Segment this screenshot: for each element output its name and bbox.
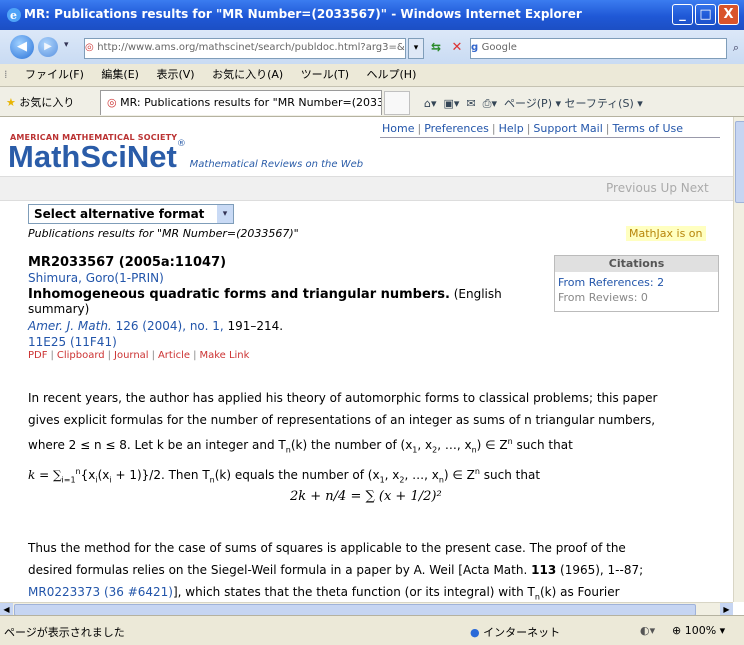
citations-box: Citations From References: 2 From Review… bbox=[554, 255, 719, 312]
home-link[interactable]: Home bbox=[382, 122, 414, 135]
author-line: Shimura, Goro(1-PRIN) bbox=[28, 271, 164, 285]
action-links: PDF | Clipboard | Journal | Article | Make Link bbox=[28, 350, 250, 361]
page-content: Home | Preferences | Help | Support Mail | Terms… bbox=[0, 117, 733, 602]
mail-icon[interactable]: ✉ bbox=[466, 97, 475, 110]
terms-link[interactable]: Terms of Use bbox=[612, 122, 683, 135]
menu-file[interactable]: ファイル(F) bbox=[25, 64, 84, 86]
address-bar[interactable]: ◎ http://www.ams.org/mathscinet/search/p… bbox=[84, 38, 406, 59]
from-references-link[interactable]: From References: 2 bbox=[555, 272, 718, 289]
help-link[interactable]: Help bbox=[499, 122, 524, 135]
results-caption: Publications results for "MR Number=(203… bbox=[28, 227, 299, 240]
back-button[interactable]: ◀ bbox=[10, 35, 34, 59]
close-button[interactable]: X bbox=[718, 4, 739, 25]
citations-header: Citations bbox=[555, 256, 718, 272]
review-text: In recent years, the author has applied … bbox=[28, 387, 728, 492]
previous-link[interactable]: Previous bbox=[606, 181, 657, 195]
forward-button[interactable]: ▶ bbox=[38, 37, 58, 57]
paper-title: Inhomogeneous quadratic forms and triang… bbox=[28, 287, 450, 302]
format-select[interactable]: Select alternative format ▾ bbox=[28, 204, 234, 224]
journal-link[interactable]: Amer. J. Math. bbox=[28, 319, 112, 333]
protected-mode-icon[interactable]: ◐▾ bbox=[640, 624, 655, 637]
horizontal-scrollbar[interactable]: ◀ ▶ bbox=[0, 602, 733, 616]
favorites-button[interactable]: ★ お気に入り bbox=[6, 94, 74, 110]
chevron-down-icon: ▾ bbox=[217, 205, 233, 223]
zoom-control[interactable]: ⊕ 100% ▾ bbox=[672, 624, 725, 637]
review-line: where 2 ≤ n ≤ 8. Let k be an integer and… bbox=[28, 437, 573, 455]
history-dropdown-icon[interactable]: ▾ bbox=[64, 40, 69, 50]
menu-grip: ⁞ bbox=[4, 68, 8, 81]
journal-line: Amer. J. Math. 126 (2004), no. 1, 191–21… bbox=[28, 319, 284, 333]
classification-line: 11E25 (11F41) bbox=[28, 335, 117, 349]
mr-citation-link[interactable]: MR0223373 (36 #6421) bbox=[28, 585, 173, 599]
star-icon: ★ bbox=[6, 96, 16, 109]
review-line: Thus the method for the case of sums of … bbox=[28, 541, 626, 555]
tab-site-icon: ◎ bbox=[107, 96, 117, 109]
primary-class-link[interactable]: 11E25 bbox=[28, 335, 66, 349]
menu-tools[interactable]: ツール(T) bbox=[301, 64, 349, 86]
scroll-thumb[interactable] bbox=[735, 121, 744, 203]
status-bar: ページが表示されました ● インターネット ◐▾ ⊕ 100% ▾ bbox=[0, 615, 744, 645]
affiliation-link[interactable]: (1-PRIN) bbox=[114, 271, 163, 285]
review-line: MR0223373 (36 #6421)], which states that… bbox=[28, 585, 620, 602]
title-bar: e MR: Publications results for "MR Numbe… bbox=[0, 0, 744, 30]
menu-view[interactable]: 表示(V) bbox=[156, 64, 194, 86]
secondary-class-link[interactable]: (11F41) bbox=[70, 335, 117, 349]
window-title: MR: Publications results for "MR Number=… bbox=[24, 7, 582, 21]
pdf-link[interactable]: PDF bbox=[28, 350, 47, 361]
zoom-icon: ⊕ bbox=[672, 624, 682, 637]
home-icon[interactable]: ⌂▾ bbox=[424, 97, 437, 110]
feeds-icon[interactable]: ▣▾ bbox=[444, 97, 460, 110]
page-safety-menus[interactable]: ページ(P) ▾ セーフティ(S) ▾ bbox=[504, 97, 643, 110]
support-mail-link[interactable]: Support Mail bbox=[533, 122, 602, 135]
display-equation: 2k + n/4 = ∑ (x + 1/2)² bbox=[290, 489, 442, 504]
google-icon: g bbox=[471, 42, 482, 53]
globe-icon: ● bbox=[470, 626, 480, 639]
review-line: gives explicit formulas for the number o… bbox=[28, 413, 656, 427]
search-go-icon[interactable]: ⌕ bbox=[728, 38, 744, 57]
command-bar: ⌂▾ ▣▾ ✉ ⎙▾ ページ(P) ▾ セーフティ(S) ▾ bbox=[424, 95, 643, 111]
new-tab-button[interactable] bbox=[384, 91, 410, 115]
address-toolbar: ◀ ▶ ▾ ◎ http://www.ams.org/mathscinet/se… bbox=[0, 30, 744, 64]
print-icon[interactable]: ⎙▾ bbox=[483, 97, 497, 110]
up-link[interactable]: Up bbox=[661, 181, 677, 195]
site-icon: ◎ bbox=[85, 42, 98, 53]
address-dropdown-icon[interactable]: ▾ bbox=[408, 38, 424, 59]
favorites-bar: ★ お気に入り ◎ MR: Publications results for "… bbox=[0, 87, 744, 117]
maximize-button[interactable]: □ bbox=[695, 4, 716, 25]
review-line: k = ∑i=1n{xi(xi + 1)}/2. Then Tn(k) equa… bbox=[28, 467, 541, 485]
make-link-link[interactable]: Make Link bbox=[199, 350, 249, 361]
from-reviews: From Reviews: 0 bbox=[558, 291, 648, 304]
issue-link[interactable]: 126 (2004), no. 1, bbox=[116, 319, 224, 333]
top-links: Home | Preferences | Help | Support Mail | Terms… bbox=[382, 122, 684, 135]
article-link[interactable]: Article bbox=[158, 350, 190, 361]
author-link[interactable]: Shimura, Goro bbox=[28, 271, 114, 285]
menu-favorites[interactable]: お気に入り(A) bbox=[212, 64, 283, 86]
menu-edit[interactable]: 編集(E) bbox=[101, 64, 139, 86]
stop-icon[interactable]: ✕ bbox=[448, 38, 466, 57]
review-text-2: Thus the method for the case of sums of … bbox=[28, 537, 728, 602]
paper-title-block: Inhomogeneous quadratic forms and triang… bbox=[28, 287, 528, 316]
review-line: In recent years, the author has applied … bbox=[28, 391, 658, 405]
zone-indicator: ● インターネット bbox=[470, 626, 561, 639]
minimize-button[interactable]: _ bbox=[672, 4, 693, 25]
mathscinet-logo[interactable]: MathSciNet® Mathematical Reviews on the … bbox=[8, 139, 363, 175]
status-text: ページが表示されました bbox=[4, 626, 125, 639]
clipboard-link[interactable]: Clipboard bbox=[57, 350, 105, 361]
vertical-scrollbar[interactable] bbox=[733, 117, 744, 602]
journal-action-link[interactable]: Journal bbox=[114, 350, 149, 361]
mr-number: MR2033567 (2005a:11047) bbox=[28, 255, 227, 270]
svg-text:e: e bbox=[10, 9, 17, 22]
pager: Previous Up Next bbox=[606, 181, 709, 195]
menu-bar: ⁞ ファイル(F) 編集(E) 表示(V) お気に入り(A) ツール(T) ヘル… bbox=[0, 64, 744, 87]
tab-active[interactable]: ◎ MR: Publications results for "MR Numbe… bbox=[100, 90, 382, 115]
ie-icon: e bbox=[7, 8, 21, 22]
refresh-icon[interactable]: ⇆ bbox=[427, 38, 445, 57]
pager-band: Previous Up Next bbox=[0, 176, 733, 201]
next-link[interactable]: Next bbox=[681, 181, 709, 195]
preferences-link[interactable]: Preferences bbox=[424, 122, 489, 135]
review-line: desired formulas relies on the Siegel-We… bbox=[28, 563, 644, 577]
mathjax-status: MathJax is on bbox=[626, 226, 706, 241]
search-input[interactable]: g Google bbox=[470, 38, 727, 59]
menu-help[interactable]: ヘルプ(H) bbox=[367, 64, 417, 86]
